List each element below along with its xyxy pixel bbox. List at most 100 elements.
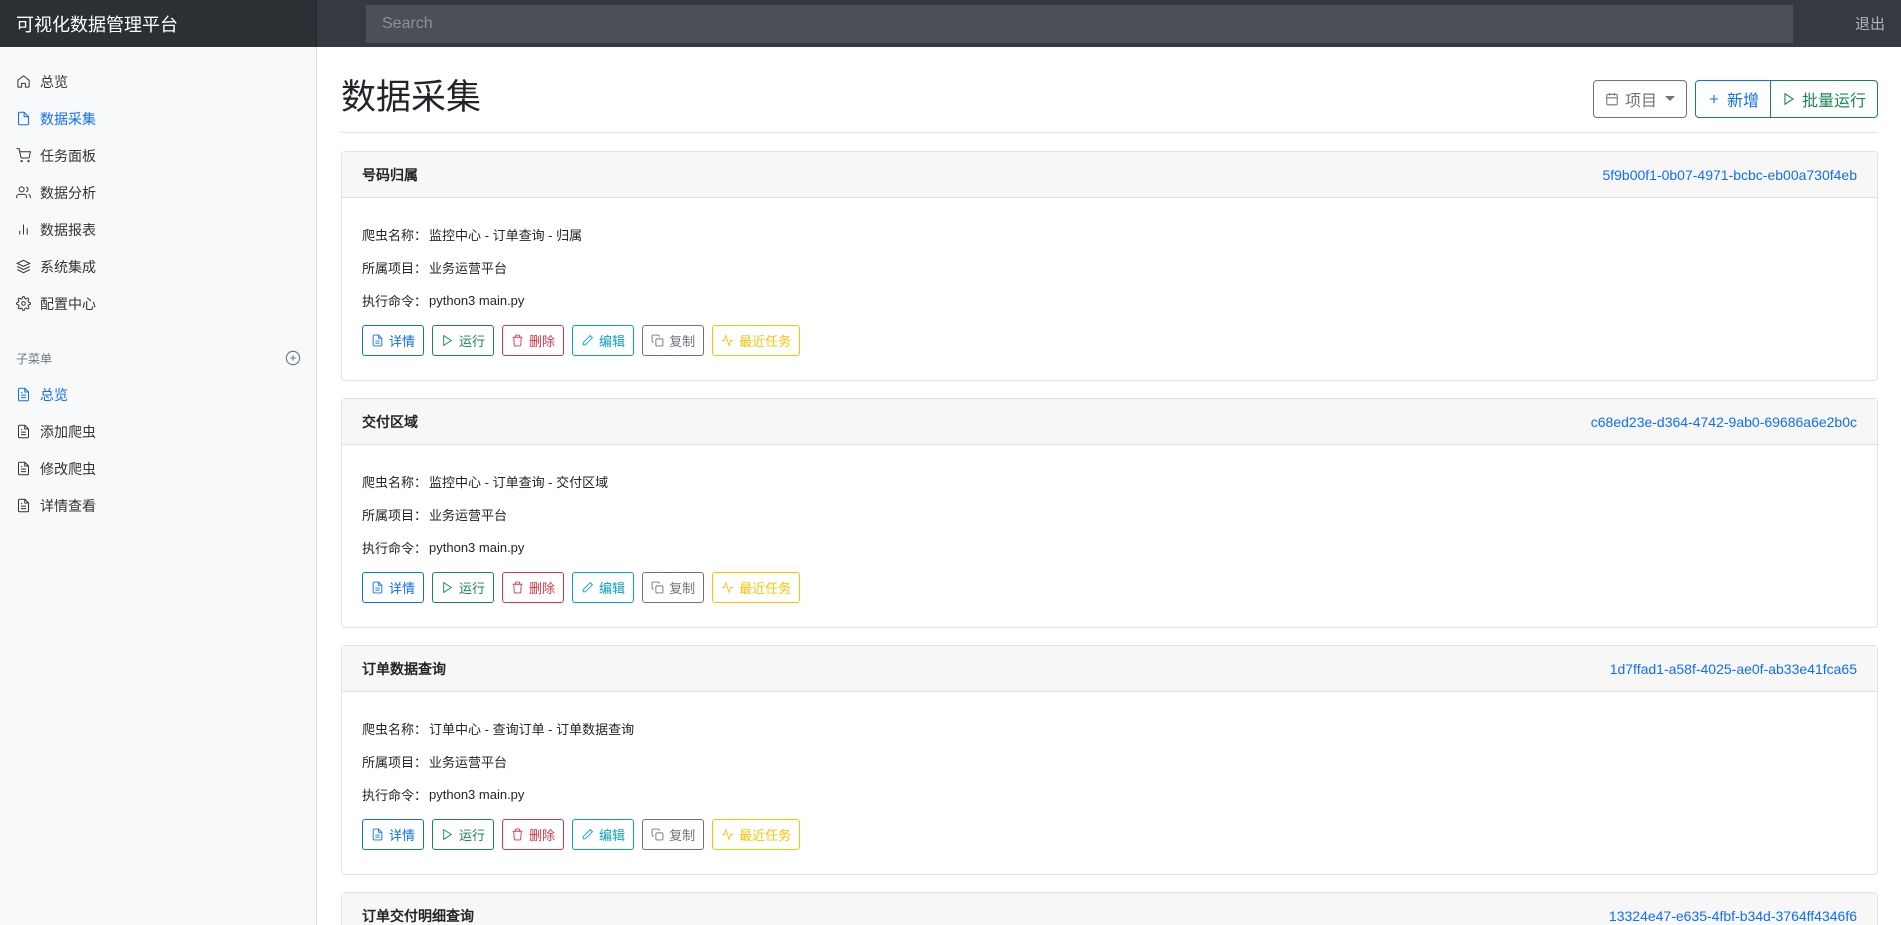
delete-button[interactable]: 删除 <box>502 819 565 850</box>
sidebar-item-system-integration[interactable]: 系统集成 <box>0 248 317 285</box>
sidebar-item-overview[interactable]: 总览 <box>0 63 317 100</box>
detail-button[interactable]: 详情 <box>362 819 425 850</box>
sidebar-item-data-analysis[interactable]: 数据分析 <box>0 174 317 211</box>
copy-icon <box>651 334 664 347</box>
submenu-heading: 子菜单 <box>0 346 317 370</box>
crawler-project-field: 所属项目： 业务运营平台 <box>362 251 1857 284</box>
field-label: 执行命令： <box>362 294 428 309</box>
file-icon <box>18 111 29 126</box>
pencil-icon <box>582 581 594 593</box>
submenu-item-overview[interactable]: 总览 <box>0 376 317 413</box>
play-icon <box>443 828 453 841</box>
crawler-card: 订单数据查询 1d7ffad1-a58f-4025-ae0f-ab33e41fc… <box>341 645 1878 875</box>
detail-button-label: 详情 <box>389 828 416 843</box>
brand-title[interactable]: 可视化数据管理平台 <box>0 0 317 47</box>
copy-button[interactable]: 复制 <box>642 572 705 603</box>
sidebar-item-label: 总览 <box>40 73 68 90</box>
card-title: 交付区域 <box>362 413 418 430</box>
sidebar-item-label: 数据报表 <box>40 221 96 238</box>
file-text-icon <box>18 424 29 439</box>
crawler-project-field: 所属项目： 业务运营平台 <box>362 498 1857 531</box>
plus-icon <box>1709 94 1719 103</box>
detail-button[interactable]: 详情 <box>362 325 425 356</box>
detail-button-label: 详情 <box>389 334 416 349</box>
crawler-name-field: 爬虫名称： 监控中心 - 订单查询 - 交付区域 <box>362 465 1857 498</box>
project-dropdown-button[interactable]: 项目 <box>1592 79 1687 118</box>
run-button-label: 运行 <box>459 581 486 596</box>
trash-icon <box>512 581 523 594</box>
edit-button-label: 编辑 <box>599 581 626 596</box>
copy-button[interactable]: 复制 <box>642 325 705 356</box>
shopping-cart-icon <box>16 148 31 163</box>
card-title: 号码归属 <box>362 166 418 183</box>
delete-button[interactable]: 删除 <box>502 572 565 603</box>
card-id-link[interactable]: 1d7ffad1-a58f-4025-ae0f-ab33e41fca65 <box>1610 661 1857 677</box>
add-button[interactable]: 新增 <box>1694 79 1771 118</box>
sidebar-item-task-panel[interactable]: 任务面板 <box>0 137 317 174</box>
pencil-icon <box>582 334 594 346</box>
sidebar-item-config-center[interactable]: 配置中心 <box>0 285 317 322</box>
sidebar-item-label: 数据采集 <box>40 110 96 127</box>
card-title: 订单交付明细查询 <box>362 907 474 924</box>
plus-circle-icon[interactable] <box>285 350 301 366</box>
trash-icon <box>512 828 523 841</box>
submenu-item-edit-crawler[interactable]: 修改爬虫 <box>0 450 317 487</box>
card-id-link[interactable]: 13324e47-e635-4fbf-b34d-3764ff4346f6 <box>1609 908 1857 924</box>
recent-tasks-button[interactable]: 最近任务 <box>712 572 801 603</box>
edit-button[interactable]: 编辑 <box>572 819 635 850</box>
field-label: 所属项目： <box>362 508 428 523</box>
edit-button[interactable]: 编辑 <box>572 572 635 603</box>
card-actions: 详情 运行 删除 编辑 复制 最近任务 <box>362 572 1857 603</box>
field-value: python3 main.py <box>429 540 525 555</box>
crawler-name-field: 爬虫名称： 监控中心 - 订单查询 - 归属 <box>362 218 1857 251</box>
field-label: 所属项目： <box>362 755 428 770</box>
search-input[interactable] <box>366 4 1793 43</box>
card-title: 订单数据查询 <box>362 660 446 677</box>
action-button-group: 新增 批量运行 <box>1694 79 1878 118</box>
recent-tasks-button[interactable]: 最近任务 <box>712 325 801 356</box>
run-button[interactable]: 运行 <box>432 572 495 603</box>
submenu-item-label: 修改爬虫 <box>40 460 96 477</box>
delete-button-label: 删除 <box>529 334 556 349</box>
run-button[interactable]: 运行 <box>432 325 495 356</box>
edit-button[interactable]: 编辑 <box>572 325 635 356</box>
field-value: 监控中心 - 订单查询 - 归属 <box>429 228 583 243</box>
sidebar-item-data-reports[interactable]: 数据报表 <box>0 211 317 248</box>
card-id-link[interactable]: 5f9b00f1-0b07-4971-bcbc-eb00a730f4eb <box>1602 167 1857 183</box>
field-label: 爬虫名称： <box>362 228 428 243</box>
file-text-icon <box>18 387 29 402</box>
recent-tasks-button-label: 最近任务 <box>739 334 792 349</box>
card-header: 订单交付明细查询 13324e47-e635-4fbf-b34d-3764ff4… <box>342 893 1877 925</box>
card-body: 爬虫名称： 监控中心 - 订单查询 - 归属 所属项目： 业务运营平台 执行命令： p… <box>342 198 1877 380</box>
batch-run-button[interactable]: 批量运行 <box>1769 79 1878 118</box>
detail-button[interactable]: 详情 <box>362 572 425 603</box>
crawler-command-field: 执行命令： python3 main.py <box>362 778 1857 811</box>
field-value: 业务运营平台 <box>429 261 508 276</box>
crawler-command-field: 执行命令： python3 main.py <box>362 531 1857 564</box>
edit-button-label: 编辑 <box>599 334 626 349</box>
submenu-item-label: 总览 <box>40 386 68 403</box>
file-text-icon <box>372 828 383 841</box>
toolbar: 项目 新增 批量运行 <box>1592 79 1878 118</box>
submenu-item-add-crawler[interactable]: 添加爬虫 <box>0 413 317 450</box>
sidebar-item-data-collection[interactable]: 数据采集 <box>0 100 317 137</box>
play-icon <box>1784 92 1795 105</box>
run-button[interactable]: 运行 <box>432 819 495 850</box>
copy-button[interactable]: 复制 <box>642 819 705 850</box>
edit-button-label: 编辑 <box>599 828 626 843</box>
copy-icon <box>651 581 664 594</box>
batch-run-button-label: 批量运行 <box>1801 92 1866 110</box>
submenu-item-view-details[interactable]: 详情查看 <box>0 487 317 524</box>
crawler-project-field: 所属项目： 业务运营平台 <box>362 745 1857 778</box>
run-button-label: 运行 <box>459 334 486 349</box>
field-label: 爬虫名称： <box>362 475 428 490</box>
recent-tasks-button[interactable]: 最近任务 <box>712 819 801 850</box>
signout-link[interactable]: 退出 <box>1855 13 1885 34</box>
file-text-icon <box>372 334 383 347</box>
card-id-link[interactable]: c68ed23e-d364-4742-9ab0-69686a6e2b0c <box>1591 414 1857 430</box>
main-content: 数据采集 项目 新增 批量运行 号码归属 5f9b00f1-0b07-4971-… <box>341 47 1878 925</box>
copy-button-label: 复制 <box>669 334 696 349</box>
delete-button[interactable]: 删除 <box>502 325 565 356</box>
copy-button-label: 复制 <box>669 581 696 596</box>
layers-icon <box>16 259 31 274</box>
